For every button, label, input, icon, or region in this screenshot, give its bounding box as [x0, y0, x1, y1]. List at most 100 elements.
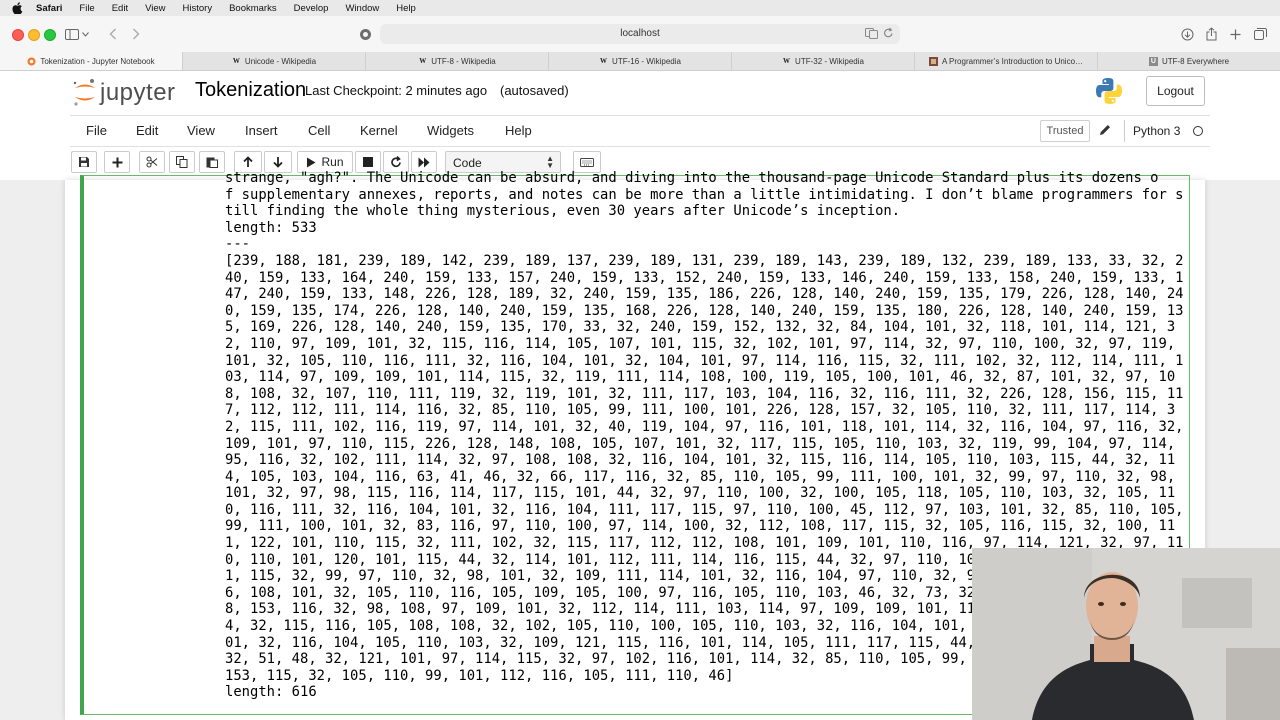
download-icon[interactable] — [1178, 25, 1196, 43]
save-button[interactable] — [71, 151, 97, 173]
nb-menu-edit[interactable]: Edit — [136, 123, 158, 138]
output-line: 03, 114, 97, 109, 109, 101, 114, 115, 32… — [225, 369, 1176, 386]
nb-menu-view[interactable]: View — [187, 123, 215, 138]
reload-icon[interactable] — [883, 27, 894, 42]
paste-icon — [206, 157, 218, 168]
output-line: 0, 116, 111, 32, 116, 104, 101, 32, 116,… — [225, 501, 1184, 518]
tab-title: Unicode - Wikipedia — [244, 56, 317, 66]
plus-icon — [112, 157, 122, 167]
keyboard-icon — [580, 157, 594, 167]
output-line: 101, 32, 105, 110, 116, 111, 32, 116, 10… — [225, 352, 1184, 369]
share-icon[interactable] — [1202, 25, 1220, 43]
trusted-indicator[interactable]: Trusted — [1040, 120, 1090, 142]
nb-menu-help[interactable]: Help — [505, 123, 532, 138]
tab-title: Tokenization - Jupyter Notebook — [40, 56, 155, 66]
scissors-icon — [146, 156, 158, 168]
menu-history[interactable]: History — [183, 3, 213, 14]
copy-icon — [176, 156, 188, 168]
restart-icon — [391, 156, 401, 168]
close-window-button[interactable] — [12, 29, 24, 41]
paste-button[interactable] — [199, 151, 225, 173]
arrow-up-icon — [243, 156, 253, 167]
output-line: 2, 110, 97, 109, 101, 32, 115, 116, 114,… — [225, 335, 1176, 352]
menu-safari[interactable]: Safari — [36, 3, 62, 14]
output-line: [239, 188, 181, 239, 189, 142, 239, 189,… — [225, 252, 1184, 269]
checkpoint-status: Last Checkpoint: 2 minutes ago — [305, 83, 488, 98]
output-line: 40, 159, 133, 164, 240, 159, 133, 157, 2… — [225, 269, 1184, 286]
pencil-icon[interactable] — [1098, 123, 1112, 137]
tab-utf8-wikipedia[interactable]: W UTF-8 - Wikipedia — [366, 52, 549, 70]
output-line: 47, 240, 159, 133, 148, 226, 128, 189, 3… — [225, 286, 1184, 303]
kernel-idle-indicator-icon — [1193, 126, 1203, 136]
menu-help[interactable]: Help — [396, 3, 416, 14]
tab-utf8-everywhere[interactable]: U UTF-8 Everywhere — [1098, 52, 1280, 70]
fast-forward-icon — [418, 157, 430, 167]
zoom-window-button[interactable] — [44, 29, 56, 41]
menu-bookmarks[interactable]: Bookmarks — [229, 3, 277, 14]
new-tab-icon[interactable] — [1226, 25, 1244, 43]
tab-utf32-wikipedia[interactable]: W UTF-32 - Wikipedia — [732, 52, 915, 70]
logout-button[interactable]: Logout — [1146, 76, 1205, 106]
browser-toolbar: localhost — [0, 16, 1280, 52]
output-line: till finding the whole thing mysterious,… — [225, 203, 901, 220]
nb-menu-widgets[interactable]: Widgets — [427, 123, 474, 138]
copy-button[interactable] — [169, 151, 195, 173]
tab-tokenization[interactable]: Tokenization - Jupyter Notebook — [0, 52, 183, 70]
output-line: length: 533 — [225, 219, 317, 236]
kernel-name[interactable]: Python 3 — [1124, 120, 1180, 142]
forward-icon[interactable] — [127, 25, 145, 43]
jupyter-header: jupyter Tokenization Last Checkpoint: 2 … — [0, 71, 1280, 111]
nb-menu-insert[interactable]: Insert — [245, 123, 278, 138]
wikipedia-favicon-icon: W — [783, 57, 791, 65]
tab-unicode-wikipedia[interactable]: W Unicode - Wikipedia — [183, 52, 366, 70]
output-line: --- — [225, 236, 251, 253]
tab-title: A Programmer’s Introduction to Unico… — [941, 56, 1084, 66]
menu-view[interactable]: View — [145, 3, 165, 14]
select-arrows-icon: ▲ ▼ — [546, 154, 554, 170]
menu-edit[interactable]: Edit — [112, 3, 128, 14]
webcam-overlay — [972, 548, 1280, 720]
privacy-report-icon[interactable] — [356, 25, 374, 43]
output-line: 5, 169, 226, 128, 140, 240, 159, 135, 17… — [225, 319, 1176, 336]
autosave-status: (autosaved) — [500, 83, 569, 98]
insert-cell-button[interactable] — [104, 151, 130, 173]
output-line: 8, 108, 32, 107, 110, 111, 119, 32, 119,… — [225, 385, 1184, 402]
run-label: Run — [321, 155, 344, 169]
tab-title: UTF-8 Everywhere — [1161, 56, 1230, 66]
apple-icon[interactable] — [12, 2, 26, 15]
save-icon — [79, 157, 89, 167]
chevron-down-icon[interactable] — [80, 25, 90, 43]
address-bar[interactable]: localhost — [380, 24, 900, 44]
notebook-title[interactable]: Tokenization — [195, 79, 306, 102]
output-line: 101, 32, 97, 98, 115, 116, 114, 117, 115… — [225, 485, 1176, 502]
tab-utf16-wikipedia[interactable]: W UTF-16 - Wikipedia — [549, 52, 732, 70]
nb-menu-file[interactable]: File — [86, 123, 107, 138]
stop-icon — [363, 157, 373, 167]
output-line: 95, 116, 32, 102, 111, 114, 32, 97, 108,… — [225, 452, 1176, 469]
menu-window[interactable]: Window — [345, 3, 379, 14]
wikipedia-favicon-icon: W — [419, 57, 427, 65]
tab-programmers-intro-unicode[interactable]: A Programmer’s Introduction to Unico… — [915, 52, 1098, 70]
nb-menu-kernel[interactable]: Kernel — [360, 123, 398, 138]
back-icon[interactable] — [104, 25, 122, 43]
output-line: 2, 115, 111, 102, 116, 119, 97, 114, 101… — [225, 418, 1184, 435]
translate-icon[interactable] — [865, 28, 878, 42]
presenter-video-image — [972, 548, 1280, 720]
macos-menu-bar: Safari File Edit View History Bookmarks … — [0, 0, 1280, 16]
jupyter-logo[interactable]: jupyter — [72, 76, 182, 108]
sidebar-toggle-icon[interactable] — [63, 25, 81, 43]
notebook-menu-bar: File Edit View Insert Cell Kernel Widget… — [0, 111, 1280, 148]
menu-develop[interactable]: Develop — [294, 3, 329, 14]
menu-file[interactable]: File — [79, 3, 94, 14]
cell-type-value: Code — [453, 156, 482, 170]
url-text: localhost — [620, 28, 660, 39]
python-logo-icon — [1094, 76, 1124, 106]
output-line: 109, 101, 97, 110, 115, 226, 128, 148, 1… — [225, 435, 1176, 452]
tab-title: UTF-32 - Wikipedia — [795, 56, 864, 66]
cut-button[interactable] — [139, 151, 165, 173]
tab-overview-icon[interactable] — [1251, 25, 1269, 43]
output-line: 153, 115, 32, 105, 110, 99, 101, 112, 11… — [225, 667, 734, 684]
output-line: 4, 105, 103, 104, 116, 63, 41, 46, 32, 6… — [225, 468, 1176, 485]
nb-menu-cell[interactable]: Cell — [308, 123, 330, 138]
minimize-window-button[interactable] — [28, 29, 40, 41]
